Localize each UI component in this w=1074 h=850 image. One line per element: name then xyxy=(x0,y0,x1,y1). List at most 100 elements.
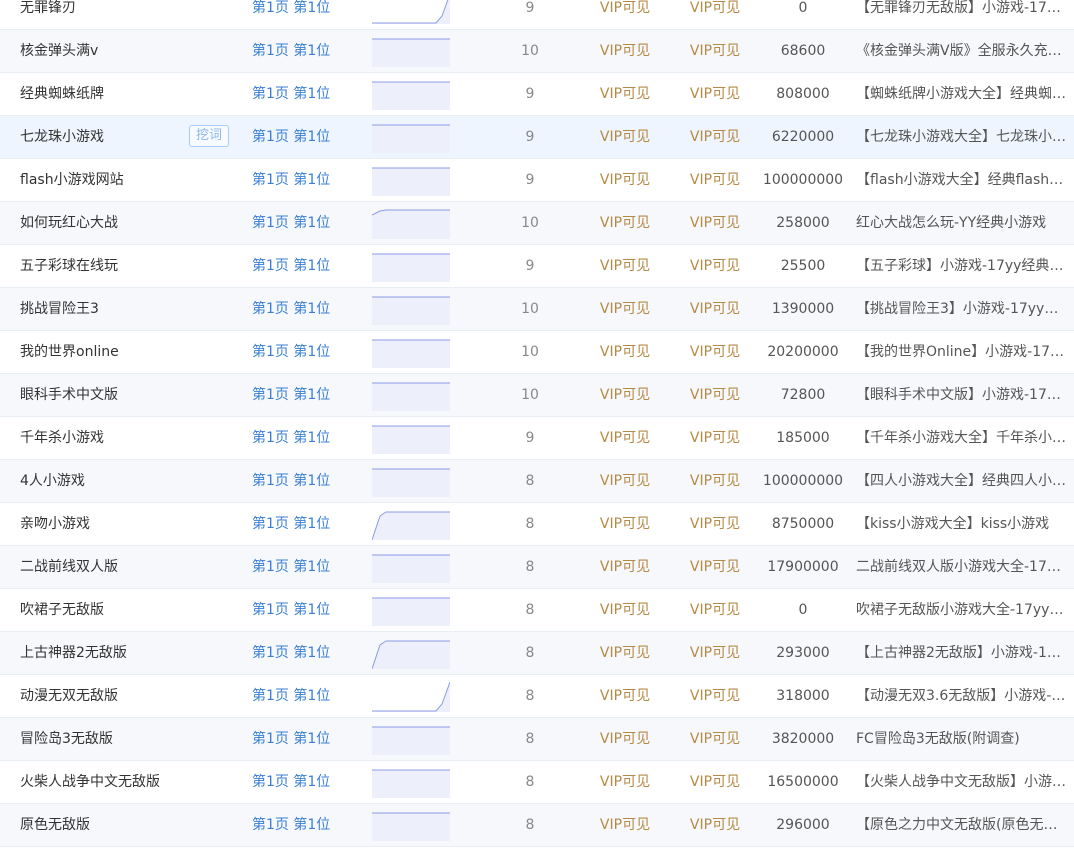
keyword-cell[interactable]: 七龙珠小游戏 xyxy=(20,116,180,158)
vip-locked-value[interactable]: VIP可见 xyxy=(590,503,660,545)
rank-link[interactable]: 第1页 第1位 xyxy=(252,460,362,502)
rank-link[interactable]: 第1页 第1位 xyxy=(252,589,362,631)
keyword-cell[interactable]: 无罪锋刃 xyxy=(20,0,180,29)
page-title-cell[interactable]: 【五子彩球】小游戏-17yy经典小游戏 xyxy=(856,245,1068,287)
vip-locked-value[interactable]: VIP可见 xyxy=(680,675,750,717)
table-row[interactable]: 无罪锋刃 第1页 第1位 9 VIP可见 VIP可见 0 【无罪锋刃无敌版】小游戏-17yy… xyxy=(0,0,1074,30)
keyword-cell[interactable]: 二战前线双人版 xyxy=(20,546,180,588)
vip-locked-value[interactable]: VIP可见 xyxy=(680,417,750,459)
table-row[interactable]: 火柴人战争中文无敌版 第1页 第1位 8 VIP可见 VIP可见 16500000 【火柴人… xyxy=(0,761,1074,804)
keyword-cell[interactable]: 挑战冒险王3 xyxy=(20,288,180,330)
vip-locked-value[interactable]: VIP可见 xyxy=(680,288,750,330)
vip-locked-value[interactable]: VIP可见 xyxy=(590,0,660,29)
keyword-cell[interactable]: 核金弹头满v xyxy=(20,30,180,72)
table-row[interactable]: 核金弹头满v 第1页 第1位 10 VIP可见 VIP可见 68600 《核金弹头满V版》全… xyxy=(0,30,1074,73)
vip-locked-value[interactable]: VIP可见 xyxy=(590,159,660,201)
vip-locked-value[interactable]: VIP可见 xyxy=(680,761,750,803)
vip-locked-value[interactable]: VIP可见 xyxy=(680,804,750,846)
vip-locked-value[interactable]: VIP可见 xyxy=(680,30,750,72)
page-title-cell[interactable]: 红心大战怎么玩-YY经典小游戏 xyxy=(856,202,1068,244)
rank-link[interactable]: 第1页 第1位 xyxy=(252,417,362,459)
rank-link[interactable]: 第1页 第1位 xyxy=(252,30,362,72)
rank-link[interactable]: 第1页 第1位 xyxy=(252,331,362,373)
page-title-cell[interactable]: 【千年杀小游戏大全】千年杀小游戏 xyxy=(856,417,1068,459)
page-title-cell[interactable]: 【flash小游戏大全】经典flash小游戏 xyxy=(856,159,1068,201)
page-title-cell[interactable]: 【眼科手术中文版】小游戏-17yy经典小游戏 xyxy=(856,374,1068,416)
table-row[interactable]: 我的世界online 第1页 第1位 10 VIP可见 VIP可见 20200000 【我的… xyxy=(0,331,1074,374)
vip-locked-value[interactable]: VIP可见 xyxy=(680,159,750,201)
vip-locked-value[interactable]: VIP可见 xyxy=(590,73,660,115)
vip-locked-value[interactable]: VIP可见 xyxy=(680,116,750,158)
keyword-cell[interactable]: 如何玩红心大战 xyxy=(20,202,180,244)
page-title-cell[interactable]: 【四人小游戏大全】经典四人小游戏 xyxy=(856,460,1068,502)
table-row[interactable]: 挑战冒险王3 第1页 第1位 10 VIP可见 VIP可见 1390000 【挑战冒险王3】… xyxy=(0,288,1074,331)
rank-link[interactable]: 第1页 第1位 xyxy=(252,546,362,588)
table-row[interactable]: 七龙珠小游戏 挖词 第1页 第1位 9 VIP可见 VIP可见 6220000 【七龙珠小游戏… xyxy=(0,116,1074,159)
keyword-cell[interactable]: 亲吻小游戏 xyxy=(20,503,180,545)
rank-link[interactable]: 第1页 第1位 xyxy=(252,374,362,416)
vip-locked-value[interactable]: VIP可见 xyxy=(680,460,750,502)
keyword-cell[interactable]: flash小游戏网站 xyxy=(20,159,180,201)
vip-locked-value[interactable]: VIP可见 xyxy=(590,761,660,803)
table-row[interactable]: 二战前线双人版 第1页 第1位 8 VIP可见 VIP可见 17900000 二战前线双人版… xyxy=(0,546,1074,589)
keyword-cell[interactable]: 千年杀小游戏 xyxy=(20,417,180,459)
page-title-cell[interactable]: 【蜘蛛纸牌小游戏大全】经典蜘蛛纸牌 xyxy=(856,73,1068,115)
dig-word-button[interactable]: 挖词 xyxy=(189,125,229,147)
keyword-cell[interactable]: 4人小游戏 xyxy=(20,460,180,502)
rank-link[interactable]: 第1页 第1位 xyxy=(252,675,362,717)
vip-locked-value[interactable]: VIP可见 xyxy=(590,202,660,244)
table-row[interactable]: 原色无敌版 第1页 第1位 8 VIP可见 VIP可见 296000 【原色之力中文无敌版(… xyxy=(0,804,1074,847)
page-title-cell[interactable]: 【我的世界Online】小游戏-17yy经典小游戏 xyxy=(856,331,1068,373)
table-row[interactable]: 经典蜘蛛纸牌 第1页 第1位 9 VIP可见 VIP可见 808000 【蜘蛛纸牌小游戏大全… xyxy=(0,73,1074,116)
table-row[interactable]: 冒险岛3无敌版 第1页 第1位 8 VIP可见 VIP可见 3820000 FC冒险岛3无敌… xyxy=(0,718,1074,761)
page-title-cell[interactable]: FC冒险岛3无敌版(附调查) xyxy=(856,718,1068,760)
table-row[interactable]: 如何玩红心大战 第1页 第1位 10 VIP可见 VIP可见 258000 红心大战怎么玩-… xyxy=(0,202,1074,245)
table-row[interactable]: flash小游戏网站 第1页 第1位 9 VIP可见 VIP可见 100000000 【fl… xyxy=(0,159,1074,202)
vip-locked-value[interactable]: VIP可见 xyxy=(680,546,750,588)
vip-locked-value[interactable]: VIP可见 xyxy=(590,460,660,502)
vip-locked-value[interactable]: VIP可见 xyxy=(590,589,660,631)
table-row[interactable]: 4人小游戏 第1页 第1位 8 VIP可见 VIP可见 100000000 【四人小游戏大全… xyxy=(0,460,1074,503)
table-row[interactable]: 吹裙子无敌版 第1页 第1位 8 VIP可见 VIP可见 0 吹裙子无敌版小游戏大全-17y… xyxy=(0,589,1074,632)
keyword-cell[interactable]: 五子彩球在线玩 xyxy=(20,245,180,287)
rank-link[interactable]: 第1页 第1位 xyxy=(252,202,362,244)
keyword-cell[interactable]: 动漫无双无敌版 xyxy=(20,675,180,717)
vip-locked-value[interactable]: VIP可见 xyxy=(680,374,750,416)
keyword-cell[interactable]: 我的世界online xyxy=(20,331,180,373)
page-title-cell[interactable]: 二战前线双人版小游戏大全-17yy经典小游戏 xyxy=(856,546,1068,588)
table-row[interactable]: 眼科手术中文版 第1页 第1位 10 VIP可见 VIP可见 72800 【眼科手术中文版】… xyxy=(0,374,1074,417)
table-row[interactable]: 动漫无双无敌版 第1页 第1位 8 VIP可见 VIP可见 318000 【动漫无双3.6无… xyxy=(0,675,1074,718)
keyword-cell[interactable]: 火柴人战争中文无敌版 xyxy=(20,761,180,803)
vip-locked-value[interactable]: VIP可见 xyxy=(590,546,660,588)
vip-locked-value[interactable]: VIP可见 xyxy=(590,718,660,760)
keyword-cell[interactable]: 吹裙子无敌版 xyxy=(20,589,180,631)
page-title-cell[interactable]: 吹裙子无敌版小游戏大全-17yy经典小游戏 xyxy=(856,589,1068,631)
rank-link[interactable]: 第1页 第1位 xyxy=(252,503,362,545)
vip-locked-value[interactable]: VIP可见 xyxy=(590,804,660,846)
vip-locked-value[interactable]: VIP可见 xyxy=(590,675,660,717)
vip-locked-value[interactable]: VIP可见 xyxy=(590,116,660,158)
vip-locked-value[interactable]: VIP可见 xyxy=(590,30,660,72)
vip-locked-value[interactable]: VIP可见 xyxy=(590,245,660,287)
vip-locked-value[interactable]: VIP可见 xyxy=(680,73,750,115)
vip-locked-value[interactable]: VIP可见 xyxy=(680,632,750,674)
vip-locked-value[interactable]: VIP可见 xyxy=(590,374,660,416)
rank-link[interactable]: 第1页 第1位 xyxy=(252,245,362,287)
page-title-cell[interactable]: 《核金弹头满V版》全服永久充值赠送 xyxy=(856,30,1068,72)
rank-link[interactable]: 第1页 第1位 xyxy=(252,288,362,330)
rank-link[interactable]: 第1页 第1位 xyxy=(252,116,362,158)
rank-link[interactable]: 第1页 第1位 xyxy=(252,632,362,674)
page-title-cell[interactable]: 【挑战冒险王3】小游戏-17yy经典小游戏 xyxy=(856,288,1068,330)
rank-link[interactable]: 第1页 第1位 xyxy=(252,73,362,115)
rank-link[interactable]: 第1页 第1位 xyxy=(252,804,362,846)
vip-locked-value[interactable]: VIP可见 xyxy=(680,718,750,760)
vip-locked-value[interactable]: VIP可见 xyxy=(680,245,750,287)
rank-link[interactable]: 第1页 第1位 xyxy=(252,0,362,29)
vip-locked-value[interactable]: VIP可见 xyxy=(590,632,660,674)
vip-locked-value[interactable]: VIP可见 xyxy=(680,589,750,631)
keyword-cell[interactable]: 原色无敌版 xyxy=(20,804,180,846)
vip-locked-value[interactable]: VIP可见 xyxy=(590,417,660,459)
vip-locked-value[interactable]: VIP可见 xyxy=(680,0,750,29)
table-row[interactable]: 千年杀小游戏 第1页 第1位 9 VIP可见 VIP可见 185000 【千年杀小游戏大全】… xyxy=(0,417,1074,460)
page-title-cell[interactable]: 【七龙珠小游戏大全】七龙珠小游戏 xyxy=(856,116,1068,158)
